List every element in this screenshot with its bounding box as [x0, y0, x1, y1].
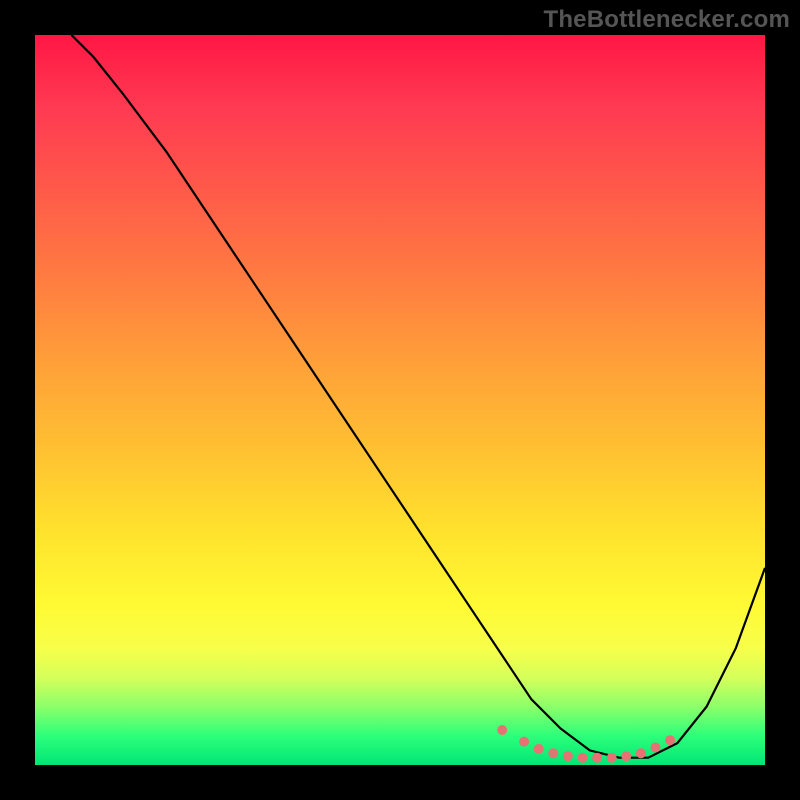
- chart-frame: TheBottlenecker.com: [0, 0, 800, 800]
- marker-dot: [665, 735, 675, 745]
- marker-dot: [636, 748, 646, 758]
- bottleneck-curve: [72, 35, 766, 758]
- marker-dot: [592, 753, 602, 763]
- marker-dot: [563, 751, 573, 761]
- watermark-text: TheBottlenecker.com: [543, 6, 790, 34]
- marker-dot: [519, 737, 529, 747]
- marker-dot: [548, 748, 558, 758]
- marker-dot: [578, 753, 588, 763]
- marker-dot: [534, 744, 544, 754]
- marker-dot: [497, 725, 507, 735]
- marker-dot: [651, 743, 661, 753]
- plot-area: [35, 35, 765, 765]
- marker-dot: [621, 751, 631, 761]
- marker-dot: [607, 753, 617, 763]
- curve-svg: [35, 35, 765, 765]
